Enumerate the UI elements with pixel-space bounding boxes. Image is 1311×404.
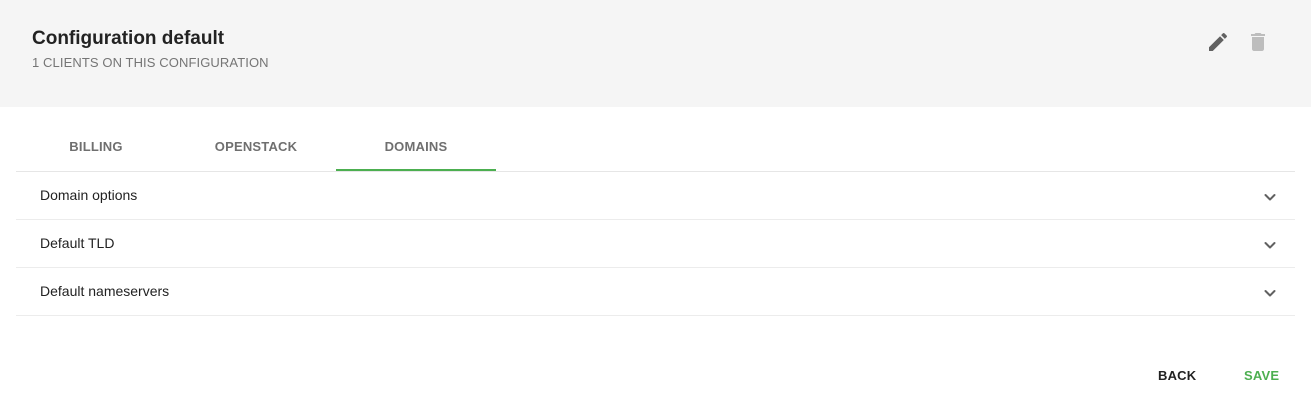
tab-billing[interactable]: BILLING [16, 123, 176, 171]
chevron-down-icon [1263, 286, 1277, 300]
edit-button[interactable] [1206, 30, 1230, 54]
panel-label: Default TLD [40, 235, 115, 251]
panel-default-tld[interactable]: Default TLD [16, 220, 1295, 268]
active-tab-indicator [336, 169, 496, 171]
expansion-panels: Domain options Default TLD Default names… [16, 172, 1295, 316]
save-button[interactable]: SAVE [1244, 362, 1279, 390]
tab-bar: BILLING OPENSTACK DOMAINS [16, 123, 1295, 172]
pencil-icon [1209, 32, 1228, 51]
back-button[interactable]: BACK [1158, 362, 1196, 390]
delete-button[interactable] [1246, 30, 1270, 54]
trash-icon [1251, 33, 1265, 51]
panel-default-nameservers[interactable]: Default nameservers [16, 268, 1295, 316]
page-header: Configuration default 1 CLIENTS ON THIS … [0, 0, 1311, 107]
tab-openstack[interactable]: OPENSTACK [176, 123, 336, 171]
page-title: Configuration default [32, 28, 225, 49]
page-subtitle: 1 CLIENTS ON THIS CONFIGURATION [32, 55, 269, 70]
tab-domains[interactable]: DOMAINS [336, 123, 496, 171]
panel-label: Domain options [40, 187, 138, 203]
panel-label: Default nameservers [40, 283, 170, 299]
chevron-down-icon [1263, 238, 1277, 252]
panel-domain-options[interactable]: Domain options [16, 172, 1295, 220]
chevron-down-icon [1263, 190, 1277, 204]
